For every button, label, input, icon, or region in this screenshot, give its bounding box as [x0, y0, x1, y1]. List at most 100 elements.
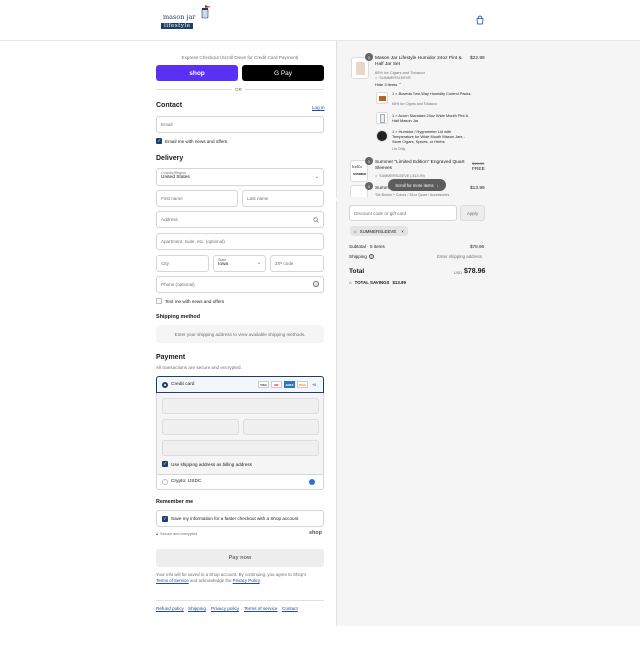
- last-name-field[interactable]: Last name: [242, 190, 324, 207]
- email-placeholder: Email: [161, 122, 173, 127]
- card-number-field[interactable]: [162, 398, 319, 414]
- card-name-field[interactable]: [162, 440, 319, 456]
- billing-same-checkbox[interactable]: ✓: [162, 461, 168, 467]
- google-pay-button[interactable]: G Pay: [242, 65, 324, 81]
- crypto-option[interactable]: Crypto: USDC: [156, 474, 324, 490]
- help-icon[interactable]: ?: [313, 281, 319, 287]
- savings-label: TOTAL SAVINGS: [354, 280, 390, 285]
- item-price: $13.99: [470, 186, 485, 191]
- discount-code-field[interactable]: Discount code or gift card: [349, 205, 457, 221]
- total-label: Total: [349, 268, 365, 275]
- contact-link[interactable]: Contact: [282, 606, 298, 611]
- tag-icon: ⌂: [349, 280, 352, 285]
- scroll-hint-label: Scroll for more items: [395, 182, 434, 188]
- country-select[interactable]: Country/Region United States ⌄: [156, 168, 324, 186]
- header: mason jar lifestyle: [0, 0, 640, 41]
- savings-value: $13.99: [392, 280, 406, 285]
- apartment-field[interactable]: Apartment, suite, etc. (optional): [156, 233, 324, 250]
- phone-field[interactable]: Phone (optional) ?: [156, 276, 324, 293]
- bundle-item-title: 1 × Boveda Two-Way Humidity Control Pack…: [392, 91, 471, 96]
- login-link[interactable]: Log in: [312, 105, 325, 110]
- credit-card-option[interactable]: Credit card VISA MC AMEX DISC +4: [156, 376, 324, 393]
- zip-field[interactable]: ZIP code: [270, 255, 324, 272]
- hide-items-toggle[interactable]: Hide 3 items ⌃: [375, 82, 402, 87]
- address-field[interactable]: Address: [156, 211, 324, 228]
- bundle-item-thumbnail: [376, 130, 388, 142]
- search-icon: [313, 217, 319, 223]
- city-field[interactable]: City: [156, 255, 209, 272]
- text-me-label: Text me with news and offers: [165, 298, 225, 304]
- last-name-placeholder: Last name: [247, 196, 269, 201]
- first-name-placeholder: First name: [161, 196, 183, 201]
- amex-icon: AMEX: [284, 381, 295, 388]
- refund-policy-link[interactable]: Refund policy: [156, 606, 184, 611]
- privacy-link[interactable]: Privacy Policy: [233, 578, 260, 583]
- card-expiry-field[interactable]: [162, 419, 239, 435]
- discover-icon: DISC: [297, 381, 308, 388]
- bundle-item-subtitle: 65% for Cigars and Tobacco: [392, 102, 438, 106]
- privacy-policy-link[interactable]: Privacy policy: [211, 606, 239, 611]
- subtotal-label: Subtotal · 5 items: [349, 244, 385, 249]
- item-discount-code: SUMMERSLEEVE (-$13.99): [379, 174, 425, 178]
- item-title: Summer "Limited Edition" Engraved Quart …: [375, 160, 465, 171]
- card-form: ✓ Use shipping address as billing addres…: [156, 393, 324, 474]
- quantity-badge: 1: [365, 182, 373, 190]
- remember-me-heading: Remember me: [156, 499, 194, 505]
- legal-line: Your info will be saved to a Shop accoun…: [156, 572, 307, 577]
- tag-icon: ⌂: [375, 76, 378, 80]
- bundle-item-thumbnail: [376, 92, 388, 104]
- newsletter-label: Email me with news and offers: [165, 138, 228, 144]
- newsletter-checkbox[interactable]: ✓: [156, 138, 162, 144]
- bundle-item-title: 1 × Humidor / Hygrometer Lid with Temper…: [392, 129, 465, 144]
- shipping-policy-link[interactable]: Shipping: [188, 606, 206, 611]
- crypto-label: Crypto: USDC: [171, 479, 202, 484]
- chevron-up-icon: ⌃: [398, 82, 402, 87]
- payment-subtitle: All transactions are secure and encrypte…: [156, 365, 242, 370]
- save-info-row[interactable]: ✓ Save my information for a faster check…: [156, 510, 324, 527]
- shipping-row: Shipping ?: [349, 254, 374, 259]
- quantity-badge: 1: [365, 53, 373, 61]
- shop-pay-button[interactable]: shop: [156, 65, 238, 81]
- help-icon[interactable]: ?: [368, 254, 374, 259]
- text-me-checkbox-row[interactable]: Text me with news and offers: [156, 298, 224, 304]
- pay-now-button[interactable]: Pay now: [156, 549, 324, 567]
- tag-icon: ⌂: [375, 174, 378, 178]
- phone-placeholder: Phone (optional): [161, 282, 195, 287]
- brand-logo[interactable]: mason jar lifestyle: [161, 5, 213, 37]
- newsletter-checkbox-row[interactable]: ✓ Email me with news and offers: [156, 138, 227, 144]
- visa-icon: VISA: [258, 381, 269, 388]
- email-field[interactable]: Email: [156, 116, 324, 133]
- country-value: United States: [161, 175, 190, 180]
- credit-card-radio[interactable]: [162, 382, 168, 388]
- order-summary-panel: [336, 41, 640, 626]
- state-select[interactable]: State Iowa ⌄: [213, 255, 266, 272]
- billing-same-row[interactable]: ✓ Use shipping address as billing addres…: [162, 461, 252, 467]
- shop-pay-label: shop: [189, 69, 205, 77]
- bundle-item-subtitle: Lid Only: [392, 147, 406, 151]
- scroll-for-more-button[interactable]: Scroll for more items ↓: [388, 179, 446, 191]
- applied-discount-chip: ⌂ SUMMERSLEEVE ×: [350, 226, 408, 236]
- terms-of-service-link[interactable]: Terms of service: [244, 606, 277, 611]
- item-discount-code: SUMMERSLEEVE: [379, 76, 411, 80]
- total-currency: USD: [454, 271, 463, 275]
- bundle-item-title: 1 × Acorn Standard 24oz Wide Mouth Pint …: [392, 113, 469, 123]
- payment-heading: Payment: [156, 354, 186, 361]
- save-info-checkbox[interactable]: ✓: [162, 515, 168, 522]
- text-me-checkbox[interactable]: [156, 298, 162, 304]
- applied-discount-code: SUMMERSLEEVE: [359, 228, 397, 234]
- footer-divider: [156, 600, 324, 601]
- terms-link[interactable]: Terms of Service: [156, 578, 189, 583]
- chevron-down-icon: ⌄: [256, 260, 261, 266]
- tag-icon: ⌂: [354, 228, 357, 234]
- crypto-radio[interactable]: [162, 479, 168, 485]
- total-value: $78.96: [464, 268, 486, 275]
- shopping-bag-icon[interactable]: [475, 15, 485, 25]
- remove-discount-icon[interactable]: ×: [401, 229, 404, 234]
- address-placeholder: Address: [161, 217, 178, 222]
- first-name-field[interactable]: First name: [156, 190, 238, 207]
- shipping-method-placeholder: Enter your shipping address to view avai…: [156, 325, 324, 343]
- apply-button[interactable]: Apply: [460, 205, 485, 221]
- item-title: Mason Jar Lifestyle Humidor 24oz Pint & …: [375, 56, 462, 67]
- card-cvv-field[interactable]: [243, 419, 319, 435]
- card-brands: VISA MC AMEX DISC +4: [258, 381, 318, 388]
